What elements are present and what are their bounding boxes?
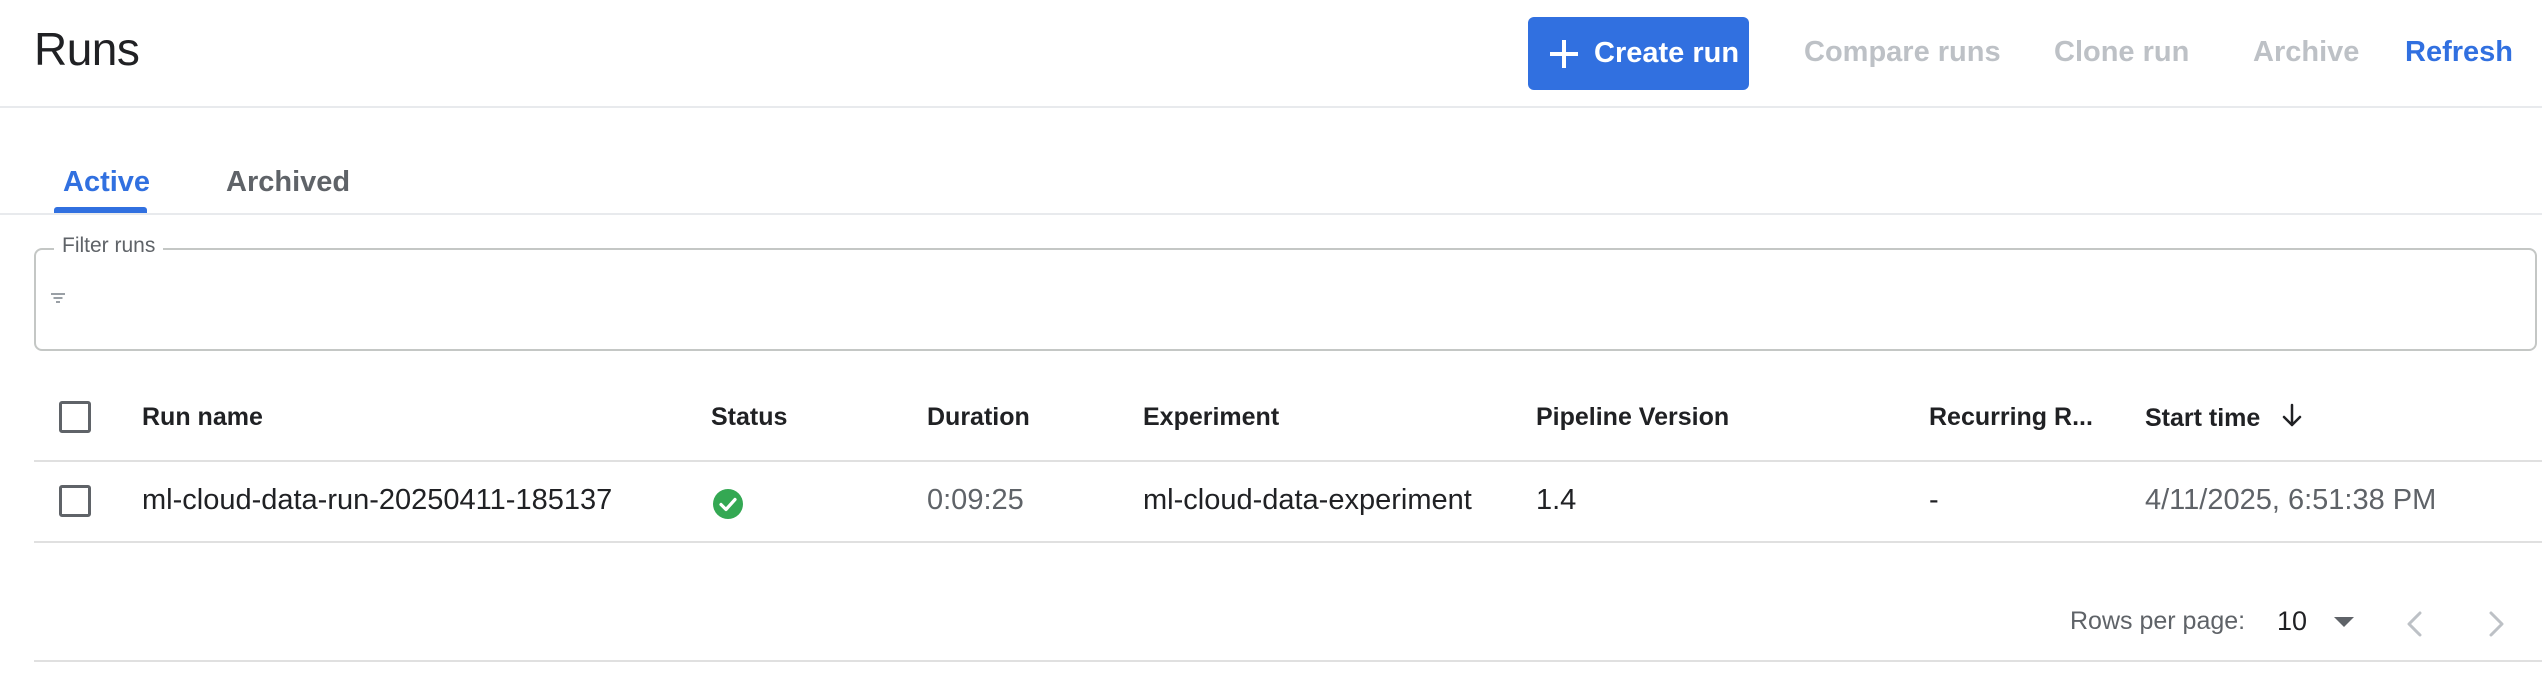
column-header-duration[interactable]: Duration bbox=[927, 403, 1030, 432]
select-all-checkbox[interactable] bbox=[59, 401, 91, 433]
run-name-cell[interactable]: ml-cloud-data-run-20250411-185137 bbox=[142, 484, 612, 517]
tab-archived[interactable]: Archived bbox=[226, 166, 350, 199]
filter-icon bbox=[51, 293, 65, 303]
column-header-recurring-run[interactable]: Recurring R... bbox=[1929, 403, 2093, 432]
rows-per-page-label: Rows per page: bbox=[2070, 607, 2246, 635]
row-divider bbox=[34, 541, 2542, 543]
column-header-start-time-label: Start time bbox=[2145, 404, 2261, 433]
column-header-pipeline-version[interactable]: Pipeline Version bbox=[1536, 403, 1729, 432]
rows-per-page-select[interactable]: 10 bbox=[2277, 606, 2307, 637]
chevron-down-icon[interactable] bbox=[2334, 617, 2354, 627]
start-time-cell: 4/11/2025, 6:51:38 PM bbox=[2145, 484, 2437, 516]
filter-runs-input[interactable] bbox=[34, 248, 2537, 351]
create-run-button[interactable]: Create run bbox=[1528, 17, 1749, 90]
duration-cell: 0:09:25 bbox=[927, 484, 1024, 516]
create-run-label: Create run bbox=[1594, 37, 1740, 69]
archive-button[interactable]: Archive bbox=[2253, 36, 2359, 69]
column-header-status[interactable]: Status bbox=[711, 403, 787, 432]
page-title: Runs bbox=[34, 23, 140, 75]
column-header-experiment[interactable]: Experiment bbox=[1143, 403, 1279, 432]
next-page-button[interactable] bbox=[2481, 607, 2511, 641]
recurring-run-cell: - bbox=[1929, 484, 1939, 516]
column-header-start-time[interactable]: Start time bbox=[2145, 403, 2303, 436]
plus-icon bbox=[1550, 39, 1578, 68]
sort-descending-icon bbox=[2281, 403, 2303, 436]
compare-runs-button[interactable]: Compare runs bbox=[1804, 36, 2001, 69]
success-check-icon bbox=[712, 488, 744, 520]
refresh-button[interactable]: Refresh bbox=[2405, 36, 2513, 69]
experiment-cell[interactable]: ml-cloud-data-experiment bbox=[1143, 484, 1472, 517]
tabs-divider bbox=[0, 213, 2542, 215]
page-header: Runs Create run Compare runs Clone run A… bbox=[0, 0, 2542, 108]
header-divider bbox=[34, 460, 2542, 462]
tab-active[interactable]: Active bbox=[63, 166, 150, 199]
clone-run-button[interactable]: Clone run bbox=[2054, 36, 2189, 69]
row-checkbox[interactable] bbox=[59, 485, 91, 517]
filter-runs-label: Filter runs bbox=[54, 234, 164, 258]
pipeline-version-cell[interactable]: 1.4 bbox=[1536, 484, 1576, 517]
previous-page-button[interactable] bbox=[2400, 607, 2430, 641]
column-header-run-name[interactable]: Run name bbox=[142, 403, 263, 432]
footer-divider bbox=[34, 660, 2542, 662]
